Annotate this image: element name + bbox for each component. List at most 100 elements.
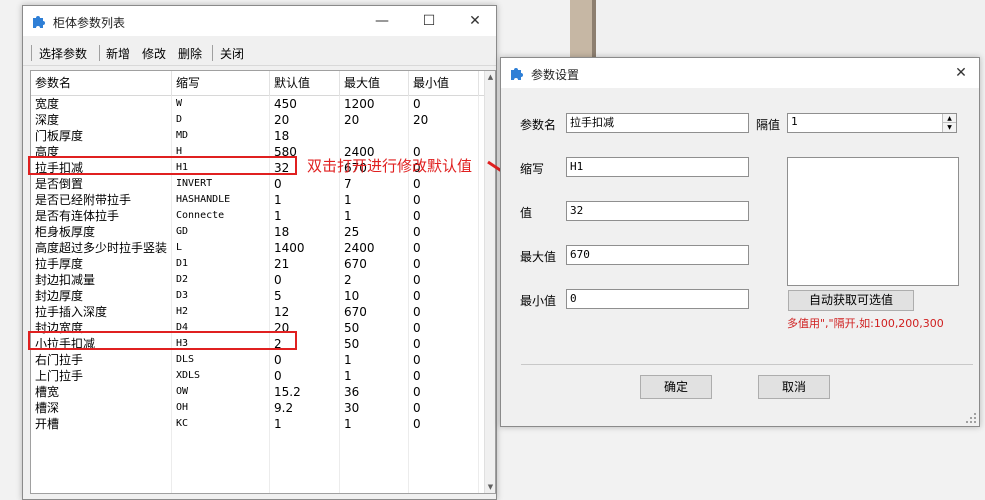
options-listbox[interactable] <box>787 157 959 286</box>
cell-default: 9.2 <box>270 400 340 416</box>
spin-up-icon[interactable]: ▲ <box>943 114 956 123</box>
table-row[interactable]: 是否有连体拉手 Connecte 1 1 0 <box>31 208 486 224</box>
cell-abbr: L <box>172 240 270 256</box>
table-row[interactable]: 宽度 W 450 1200 0 <box>31 96 486 112</box>
table-row[interactable]: 拉手插入深度 H2 12 670 0 <box>31 304 486 320</box>
maximize-button[interactable]: ☐ <box>415 11 443 31</box>
scroll-down-icon[interactable]: ▼ <box>486 483 495 493</box>
close-toolbar-button[interactable]: 关闭 <box>220 45 244 62</box>
cell-max: 30 <box>340 400 409 416</box>
max-field[interactable]: 670 <box>566 245 749 265</box>
cell-default: 1400 <box>270 240 340 256</box>
cell-abbr: D2 <box>172 272 270 288</box>
cell-name: 是否倒置 <box>31 176 172 192</box>
interval-spinner[interactable]: 1 ▲ ▼ <box>787 113 957 133</box>
cell-abbr: D1 <box>172 256 270 272</box>
select-params-button[interactable]: 选择参数 <box>39 45 87 62</box>
table-row[interactable]: 开槽 KC 1 1 0 <box>31 416 486 432</box>
table-row[interactable]: 是否倒置 INVERT 0 7 0 <box>31 176 486 192</box>
table-row[interactable]: 上门拉手 XDLS 0 1 0 <box>31 368 486 384</box>
cell-abbr: DLS <box>172 352 270 368</box>
column-header-min[interactable]: 最小值 <box>409 71 479 96</box>
cell-min: 0 <box>409 208 479 224</box>
min-field[interactable]: 0 <box>566 289 749 309</box>
cell-max: 1200 <box>340 96 409 112</box>
close-button[interactable]: ✕ <box>461 11 489 31</box>
toolbar-separator <box>212 45 213 61</box>
column-header-default[interactable]: 默认值 <box>270 71 340 96</box>
table-row[interactable]: 封边厚度 D3 5 10 0 <box>31 288 486 304</box>
column-header-max[interactable]: 最大值 <box>340 71 409 96</box>
cell-name: 封边厚度 <box>31 288 172 304</box>
cell-abbr: OH <box>172 400 270 416</box>
table-row[interactable]: 是否已经附带拉手 HASHANDLE 1 1 0 <box>31 192 486 208</box>
cell-max <box>340 128 409 144</box>
cell-min: 0 <box>409 272 479 288</box>
table-row[interactable]: 槽深 OH 9.2 30 0 <box>31 400 486 416</box>
background-panel <box>575 0 985 60</box>
abbr-field[interactable]: H1 <box>566 157 749 177</box>
cell-default: 450 <box>270 96 340 112</box>
minimize-button[interactable]: — <box>368 11 396 31</box>
cell-min: 0 <box>409 256 479 272</box>
scroll-up-icon[interactable]: ▲ <box>486 73 495 83</box>
table-row[interactable]: 高度超过多少时拉手竖装 L 1400 2400 0 <box>31 240 486 256</box>
table-row[interactable]: 封边扣减量 D2 0 2 0 <box>31 272 486 288</box>
column-header-abbr[interactable]: 缩写 <box>172 71 270 96</box>
cell-name: 是否有连体拉手 <box>31 208 172 224</box>
ok-button[interactable]: 确定 <box>640 375 712 399</box>
interval-label: 隔值 <box>756 118 781 132</box>
toolbar: 选择参数 新增 修改 删除 关闭 <box>23 36 496 66</box>
delete-button[interactable]: 删除 <box>178 45 202 62</box>
cell-min: 0 <box>409 400 479 416</box>
cell-max: 50 <box>340 336 409 352</box>
cell-name: 柜身板厚度 <box>31 224 172 240</box>
spin-down-icon[interactable]: ▼ <box>943 123 956 132</box>
cell-default: 20 <box>270 112 340 128</box>
modify-button[interactable]: 修改 <box>142 45 166 62</box>
param-name-field[interactable]: 拉手扣减 <box>566 113 749 133</box>
abbr-label: 缩写 <box>520 162 545 176</box>
cell-max: 20 <box>340 112 409 128</box>
dialog-title: 参数设置 <box>531 68 580 82</box>
cell-name: 拉手厚度 <box>31 256 172 272</box>
cell-min: 0 <box>409 352 479 368</box>
table-row[interactable]: 槽宽 OW 15.2 36 0 <box>31 384 486 400</box>
cell-min: 0 <box>409 416 479 432</box>
cell-max: 670 <box>340 304 409 320</box>
column-header-name[interactable]: 参数名 <box>31 71 172 96</box>
value-field[interactable]: 32 <box>566 201 749 221</box>
cell-default: 21 <box>270 256 340 272</box>
add-button[interactable]: 新增 <box>106 45 130 62</box>
puzzle-icon <box>33 16 45 28</box>
puzzle-icon <box>511 68 523 80</box>
cell-default: 1 <box>270 416 340 432</box>
cell-min: 0 <box>409 336 479 352</box>
table-row[interactable]: 右门拉手 DLS 0 1 0 <box>31 352 486 368</box>
cell-default: 18 <box>270 224 340 240</box>
auto-fetch-button[interactable]: 自动获取可选值 <box>788 290 914 311</box>
cell-name: 封边扣减量 <box>31 272 172 288</box>
table-row[interactable]: 拉手厚度 D1 21 670 0 <box>31 256 486 272</box>
dialog-close-button[interactable]: ✕ <box>947 63 975 83</box>
table-row[interactable]: 深度 D 20 20 20 <box>31 112 486 128</box>
cell-name: 宽度 <box>31 96 172 112</box>
toolbar-separator <box>99 45 100 61</box>
toolbar-separator <box>31 45 32 61</box>
value-label: 值 <box>520 206 533 220</box>
cell-abbr: KC <box>172 416 270 432</box>
cell-default: 18 <box>270 128 340 144</box>
cell-abbr: D3 <box>172 288 270 304</box>
vertical-scrollbar[interactable]: ▲ ▼ <box>484 71 495 493</box>
resize-grip-icon[interactable] <box>966 413 976 423</box>
cell-max: 36 <box>340 384 409 400</box>
cell-default: 0 <box>270 272 340 288</box>
cell-min: 0 <box>409 288 479 304</box>
table-row[interactable]: 柜身板厚度 GD 18 25 0 <box>31 224 486 240</box>
param-grid[interactable]: 参数名 缩写 默认值 最大值 最小值 宽度 W 450 1200 0 深度 D 20 20 20 门… <box>30 70 496 494</box>
cancel-button[interactable]: 取消 <box>758 375 830 399</box>
cell-default: 12 <box>270 304 340 320</box>
cell-min: 0 <box>409 320 479 336</box>
table-row[interactable]: 门板厚度 MD 18 <box>31 128 486 144</box>
cell-name: 深度 <box>31 112 172 128</box>
